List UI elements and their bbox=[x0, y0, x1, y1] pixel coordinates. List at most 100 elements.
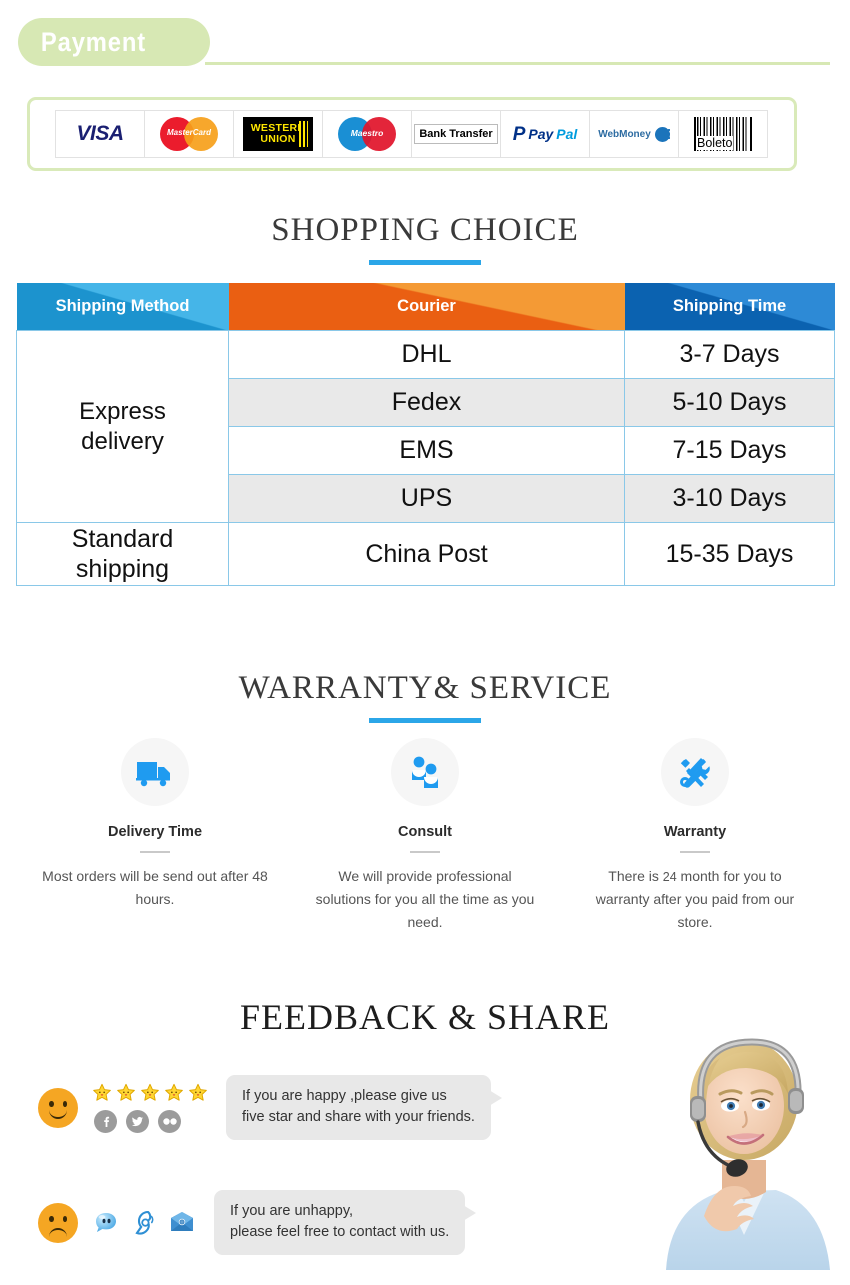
warranty-service-section: WARRANTY& SERVICE bbox=[0, 670, 850, 723]
people-icon bbox=[391, 738, 459, 806]
paypal-label-pal: Pal bbox=[556, 126, 578, 142]
star-icon bbox=[92, 1083, 112, 1103]
shopping-choice-underline bbox=[369, 260, 481, 265]
boleto-label: Boleto bbox=[696, 136, 734, 150]
shopping-choice-title: SHOPPING CHOICE bbox=[271, 212, 579, 248]
unhappy-message-line1: If you are unhappy, bbox=[230, 1203, 354, 1219]
payment-banner-rule bbox=[205, 62, 830, 65]
facebook-icon[interactable] bbox=[94, 1109, 117, 1133]
standard-label-line2: shipping bbox=[75, 555, 170, 583]
shipping-table-header-time: Shipping Time bbox=[624, 283, 835, 331]
shipping-table: Shipping Method Courier Shipping Time Ex… bbox=[16, 283, 835, 586]
courier-dhl: DHL bbox=[228, 330, 625, 379]
contact-icons bbox=[92, 1209, 196, 1237]
western-union-icon: WESTERN UNION bbox=[243, 117, 313, 151]
star-icon bbox=[140, 1083, 160, 1103]
warranty-card-heading: Consult bbox=[398, 824, 452, 840]
warranty-card-consult: Consult We will provide professional sol… bbox=[290, 738, 560, 934]
shipping-table-header-courier: Courier bbox=[228, 283, 625, 331]
warranty-card-divider bbox=[680, 851, 710, 853]
payment-method-paypal: P Pay Pal bbox=[500, 110, 590, 158]
flickr-icon[interactable] bbox=[158, 1109, 181, 1133]
courier-ups: UPS bbox=[228, 474, 625, 523]
sad-face-icon bbox=[38, 1202, 78, 1243]
payment-method-boleto: Boleto bbox=[678, 110, 768, 158]
star-rating bbox=[92, 1083, 208, 1103]
payment-method-webmoney: WebMoney bbox=[589, 110, 679, 158]
warranty-service-underline bbox=[369, 718, 481, 723]
payment-method-bank-transfer: Bank Transfer bbox=[411, 110, 501, 158]
time-dhl: 3-7 Days bbox=[624, 330, 835, 379]
time-ups: 3-10 Days bbox=[624, 474, 835, 523]
payment-banner-pill: Payment bbox=[18, 18, 210, 66]
happy-message-line2: five star and share with your friends. bbox=[242, 1109, 475, 1126]
happy-message-line1: If you are happy ,please give us bbox=[242, 1088, 447, 1104]
visa-icon: VISA bbox=[76, 122, 124, 145]
shopping-choice-section: SHOPPING CHOICE bbox=[0, 212, 850, 265]
phone-icon[interactable] bbox=[130, 1209, 158, 1237]
mail-icon[interactable] bbox=[168, 1209, 196, 1237]
feedback-happy-row: If you are happy ,please give us five st… bbox=[38, 1075, 502, 1141]
time-ems: 7-15 Days bbox=[624, 426, 835, 475]
feedback-unhappy-row: If you are unhappy, please feel free to … bbox=[38, 1190, 477, 1256]
courier-fedex: Fedex bbox=[228, 378, 625, 427]
warranty-card-body: Most orders will be send out after 48 ho… bbox=[42, 868, 268, 908]
western-union-line2: UNION bbox=[260, 133, 296, 145]
warranty-service-title: WARRANTY& SERVICE bbox=[238, 670, 612, 706]
tools-icon bbox=[661, 738, 729, 806]
chat-icon[interactable] bbox=[92, 1209, 120, 1237]
shipping-table-header-method: Shipping Method bbox=[16, 283, 229, 331]
payment-method-western-union: WESTERN UNION bbox=[233, 110, 323, 158]
maestro-icon: Maestro bbox=[338, 117, 396, 151]
express-label-line1: Express bbox=[79, 398, 166, 426]
warranty-card-divider bbox=[410, 851, 440, 853]
courier-ems: EMS bbox=[228, 426, 625, 475]
rating-and-socials bbox=[92, 1083, 208, 1133]
customer-service-agent-photo bbox=[666, 1038, 830, 1270]
mastercard-label: MasterCard bbox=[166, 128, 211, 137]
courier-china-post: China Post bbox=[228, 522, 625, 586]
time-fedex: 5-10 Days bbox=[624, 378, 835, 427]
shipping-method-standard: Standard shipping bbox=[16, 522, 229, 586]
bank-transfer-icon: Bank Transfer bbox=[414, 124, 498, 144]
warranty-card-delivery-time: Delivery Time Most orders will be send o… bbox=[20, 738, 290, 934]
paypal-label-pay: Pay bbox=[528, 126, 554, 142]
warranty-cards: Delivery Time Most orders will be send o… bbox=[20, 738, 830, 934]
warranty-card-heading: Warranty bbox=[663, 824, 727, 840]
warranty-card-body: There is 24 month for you to warranty af… bbox=[560, 865, 830, 934]
star-icon bbox=[164, 1083, 184, 1103]
shipping-table-header-row: Shipping Method Courier Shipping Time bbox=[16, 283, 835, 331]
mastercard-icon: MasterCard bbox=[160, 117, 218, 151]
payment-method-mastercard: MasterCard bbox=[144, 110, 234, 158]
payment-banner: Payment bbox=[0, 18, 850, 68]
warranty-body-pre: There is bbox=[608, 868, 659, 884]
table-row: Standard shipping China Post 15-35 Days bbox=[16, 522, 835, 586]
warranty-card-body: We will provide professional solutions f… bbox=[315, 868, 535, 931]
twitter-icon[interactable] bbox=[126, 1109, 149, 1133]
paypal-icon: P Pay Pal bbox=[512, 123, 578, 145]
happy-message-bubble: If you are happy ,please give us five st… bbox=[226, 1075, 502, 1141]
standard-label-line1: Standard bbox=[71, 524, 174, 553]
webmoney-label: WebMoney bbox=[598, 128, 651, 140]
truck-icon bbox=[121, 738, 189, 806]
warranty-body-months: 24 bbox=[662, 870, 677, 884]
payment-banner-label: Payment bbox=[40, 26, 147, 57]
star-icon bbox=[188, 1083, 208, 1103]
star-icon bbox=[116, 1083, 136, 1103]
warranty-card-warranty: Warranty There is 24 month for you to wa… bbox=[560, 738, 830, 934]
payment-method-visa: VISA bbox=[55, 110, 145, 158]
warranty-card-divider bbox=[140, 851, 170, 853]
table-row: Express delivery DHL 3-7 Days bbox=[16, 330, 835, 523]
payment-method-maestro: Maestro bbox=[322, 110, 412, 158]
shipping-method-express: Express delivery bbox=[16, 330, 229, 523]
warranty-card-heading: Delivery Time bbox=[107, 824, 203, 840]
maestro-label: Maestro bbox=[350, 128, 384, 138]
webmoney-icon: WebMoney bbox=[598, 126, 672, 142]
social-links bbox=[92, 1109, 208, 1133]
payment-methods-box: VISA MasterCard WESTERN UNION Maestro Ba… bbox=[27, 97, 797, 171]
time-china-post: 15-35 Days bbox=[624, 522, 835, 586]
unhappy-message-bubble: If you are unhappy, please feel free to … bbox=[214, 1190, 477, 1256]
express-label-line2: delivery bbox=[81, 427, 164, 455]
happy-face-icon bbox=[38, 1087, 78, 1128]
unhappy-message-line2: please feel free to contact with us. bbox=[230, 1224, 450, 1241]
